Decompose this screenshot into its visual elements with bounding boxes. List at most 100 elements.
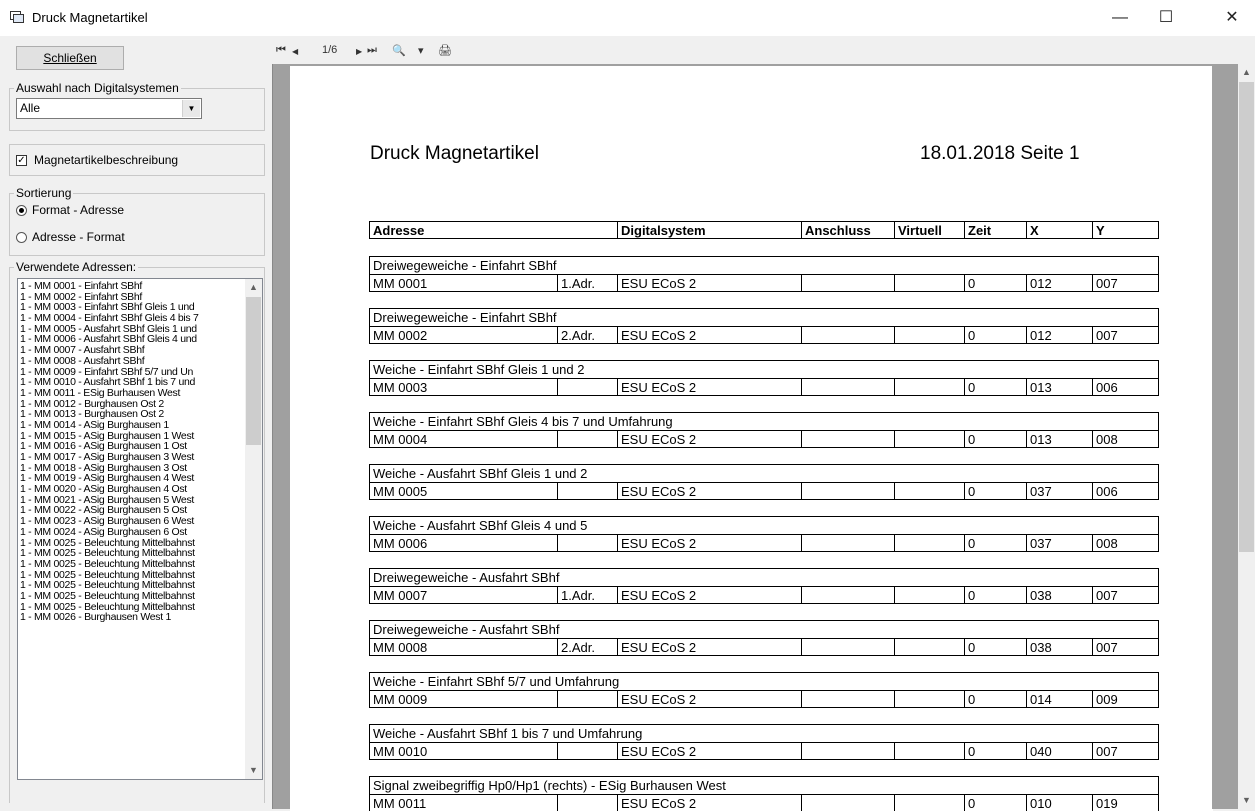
cell-x: 013 xyxy=(1026,379,1092,395)
zoom-dropdown-icon[interactable]: ▾ xyxy=(418,44,424,57)
cell-time: 0 xyxy=(964,483,1026,499)
next-page-icon[interactable]: ▶ xyxy=(356,47,362,56)
cell-x: 012 xyxy=(1026,327,1092,343)
list-item[interactable]: 1 - MM 0025 - Beleuchtung Mittelbahnst xyxy=(20,559,246,570)
report-entry: Weiche - Einfahrt SBhf Gleis 4 bis 7 und… xyxy=(369,412,1159,448)
cell-virtual xyxy=(894,379,964,395)
list-item[interactable]: 1 - MM 0020 - ASig Burghausen 4 Ost xyxy=(20,484,246,495)
cell-digital-system: ESU ECoS 2 xyxy=(617,431,801,447)
cell-port xyxy=(557,483,617,499)
cell-y: 007 xyxy=(1092,327,1158,343)
description-checkbox[interactable]: ✓ xyxy=(16,155,27,166)
cell-y: 007 xyxy=(1092,275,1158,291)
sort-address-format-label[interactable]: Adresse - Format xyxy=(32,230,125,244)
prev-page-icon[interactable]: ◀ xyxy=(292,47,298,56)
cell-port xyxy=(557,379,617,395)
list-item[interactable]: 1 - MM 0014 - ASig Burghausen 1 xyxy=(20,420,246,431)
list-item[interactable]: 1 - MM 0003 - Einfahrt SBhf Gleis 1 und xyxy=(20,302,246,313)
cell-address: MM 0002 xyxy=(373,328,428,343)
list-item[interactable]: 1 - MM 0019 - ASig Burghausen 4 West xyxy=(20,473,246,484)
entry-description: Weiche - Einfahrt SBhf Gleis 4 bis 7 und… xyxy=(369,412,1159,430)
list-item[interactable]: 1 - MM 0004 - Einfahrt SBhf Gleis 4 bis … xyxy=(20,313,246,324)
report-entry: Weiche - Einfahrt SBhf 5/7 und Umfahrung… xyxy=(369,672,1159,708)
report-entry: Weiche - Ausfahrt SBhf 1 bis 7 und Umfah… xyxy=(369,724,1159,760)
entry-description: Dreiwegeweiche - Einfahrt SBhf xyxy=(369,308,1159,326)
list-item[interactable]: 1 - MM 0015 - ASig Burghausen 1 West xyxy=(20,431,246,442)
list-item[interactable]: 1 - MM 0025 - Beleuchtung Mittelbahnst xyxy=(20,591,246,602)
cell-digital-system: ESU ECoS 2 xyxy=(617,327,801,343)
list-item[interactable]: 1 - MM 0009 - Einfahrt SBhf 5/7 und Un xyxy=(20,367,246,378)
header-time: Zeit xyxy=(964,222,1026,238)
cell-digital-system: ESU ECoS 2 xyxy=(617,483,801,499)
digital-system-select-value: Alle xyxy=(20,101,41,115)
cell-x: 040 xyxy=(1026,743,1092,759)
list-item[interactable]: 1 - MM 0017 - ASig Burghausen 3 West xyxy=(20,452,246,463)
print-icon[interactable]: 🖨 xyxy=(438,44,452,57)
list-item[interactable]: 1 - MM 0023 - ASig Burghausen 6 West xyxy=(20,516,246,527)
cell-port: 2.Adr. xyxy=(557,639,617,655)
close-window-button[interactable]: ✕ xyxy=(1209,0,1255,36)
list-item[interactable]: 1 - MM 0025 - Beleuchtung Mittelbahnst xyxy=(20,548,246,559)
minimize-button[interactable]: — xyxy=(1097,0,1143,36)
digital-system-group-label: Auswahl nach Digitalsystemen xyxy=(14,81,181,95)
cell-virtual xyxy=(894,327,964,343)
list-item[interactable]: 1 - MM 0026 - Burghausen West 1 xyxy=(20,612,246,623)
cell-address: MM 0010 xyxy=(373,744,428,759)
cell-virtual xyxy=(894,587,964,603)
list-item[interactable]: 1 - MM 0022 - ASig Burghausen 5 Ost xyxy=(20,505,246,516)
close-button[interactable]: Schließen xyxy=(16,46,124,70)
entry-description: Weiche - Ausfahrt SBhf 1 bis 7 und Umfah… xyxy=(369,724,1159,742)
cell-virtual xyxy=(894,743,964,759)
list-item[interactable]: 1 - MM 0008 - Ausfahrt SBhf xyxy=(20,356,246,367)
scroll-up-icon[interactable]: ▲ xyxy=(245,279,262,296)
list-item[interactable]: 1 - MM 0002 - Einfahrt SBhf xyxy=(20,292,246,303)
report-scroll-thumb[interactable] xyxy=(1239,82,1254,552)
cell-y: 008 xyxy=(1092,535,1158,551)
sort-format-address-radio[interactable] xyxy=(16,205,27,216)
report-scroll-down-icon[interactable]: ▼ xyxy=(1238,792,1255,809)
chevron-down-icon[interactable]: ▼ xyxy=(182,100,200,117)
cell-connection xyxy=(801,431,894,447)
sort-format-address-label[interactable]: Format - Adresse xyxy=(32,203,124,217)
used-addresses-list[interactable]: 1 - MM 0001 - Einfahrt SBhf 1 - MM 0002 -… xyxy=(17,278,263,780)
digital-system-select[interactable]: Alle ▼ xyxy=(16,98,202,119)
description-checkbox-label[interactable]: Magnetartikelbeschreibung xyxy=(34,153,178,167)
list-item[interactable]: 1 - MM 0025 - Beleuchtung Mittelbahnst xyxy=(20,580,246,591)
list-item[interactable]: 1 - MM 0013 - Burghausen Ost 2 xyxy=(20,409,246,420)
list-item[interactable]: 1 - MM 0012 - Burghausen Ost 2 xyxy=(20,399,246,410)
list-item[interactable]: 1 - MM 0001 - Einfahrt SBhf xyxy=(20,281,246,292)
last-page-icon[interactable]: ⏭ xyxy=(367,44,377,57)
list-item[interactable]: 1 - MM 0024 - ASig Burghausen 6 Ost xyxy=(20,527,246,538)
zoom-icon[interactable]: 🔍 xyxy=(392,44,406,57)
cell-port: 2.Adr. xyxy=(557,327,617,343)
list-item[interactable]: 1 - MM 0025 - Beleuchtung Mittelbahnst xyxy=(20,570,246,581)
sort-address-format-radio[interactable] xyxy=(16,232,27,243)
list-item[interactable]: 1 - MM 0016 - ASig Burghausen 1 Ost xyxy=(20,441,246,452)
report-entry: Dreiwegeweiche - Ausfahrt SBhf MM 0008 2.A… xyxy=(369,620,1159,656)
list-item[interactable]: 1 - MM 0025 - Beleuchtung Mittelbahnst xyxy=(20,538,246,549)
maximize-button[interactable]: ☐ xyxy=(1143,0,1189,36)
list-item[interactable]: 1 - MM 0011 - ESig Burhausen West xyxy=(20,388,246,399)
list-item[interactable]: 1 - MM 0010 - Ausfahrt SBhf 1 bis 7 und xyxy=(20,377,246,388)
list-item[interactable]: 1 - MM 0018 - ASig Burghausen 3 Ost xyxy=(20,463,246,474)
list-scrollbar[interactable]: ▲ ▼ xyxy=(245,279,262,779)
cell-digital-system: ESU ECoS 2 xyxy=(617,639,801,655)
list-item[interactable]: 1 - MM 0006 - Ausfahrt SBhf Gleis 4 und xyxy=(20,334,246,345)
cell-connection xyxy=(801,275,894,291)
first-page-icon[interactable]: ⏮ xyxy=(276,44,286,57)
cell-virtual xyxy=(894,639,964,655)
list-item[interactable]: 1 - MM 0005 - Ausfahrt SBhf Gleis 1 und xyxy=(20,324,246,335)
list-item[interactable]: 1 - MM 0025 - Beleuchtung Mittelbahnst xyxy=(20,602,246,613)
report-viewer[interactable]: Druck Magnetartikel 18.01.2018 Seite 1 A… xyxy=(272,64,1255,811)
cell-port: 1.Adr. xyxy=(557,587,617,603)
entry-row: MM 0001 1.Adr. ESU ECoS 2 0 012 007 xyxy=(369,274,1159,292)
entry-row: MM 0003 ESU ECoS 2 0 013 006 xyxy=(369,378,1159,396)
report-scroll-up-icon[interactable]: ▲ xyxy=(1238,64,1255,81)
cell-connection xyxy=(801,483,894,499)
cell-time: 0 xyxy=(964,743,1026,759)
report-entry: Weiche - Einfahrt SBhf Gleis 1 und 2 MM 0… xyxy=(369,360,1159,396)
list-item[interactable]: 1 - MM 0007 - Ausfahrt SBhf xyxy=(20,345,246,356)
list-item[interactable]: 1 - MM 0021 - ASig Burghausen 5 West xyxy=(20,495,246,506)
list-scroll-thumb[interactable] xyxy=(246,297,261,445)
scroll-down-icon[interactable]: ▼ xyxy=(245,762,262,779)
